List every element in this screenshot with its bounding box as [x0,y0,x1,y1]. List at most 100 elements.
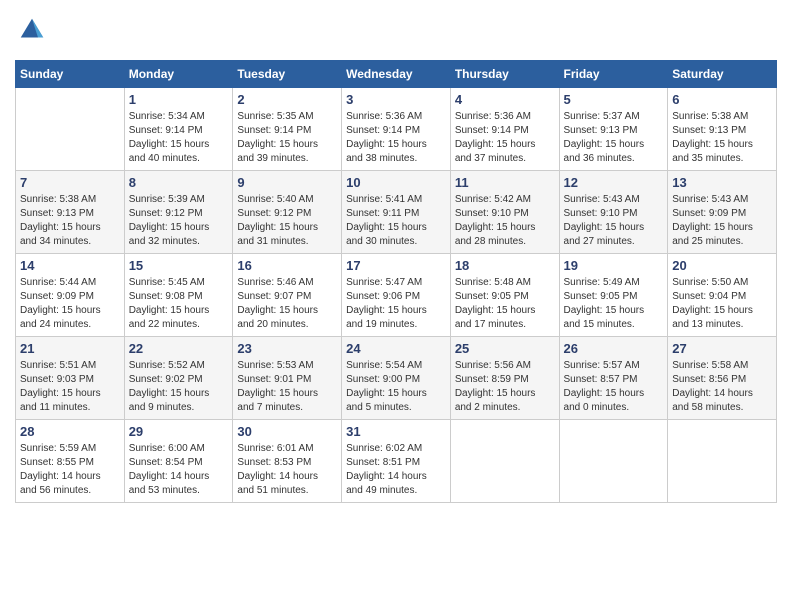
day-cell: 19 Sunrise: 5:49 AM Sunset: 9:05 PM Dayli… [559,254,668,337]
day-number: 7 [20,175,120,190]
day-cell: 20Sunrise: 5:50 AM Sunset: 9:04 PM Dayli… [668,254,777,337]
day-cell: 18Sunrise: 5:48 AM Sunset: 9:05 PM Dayli… [450,254,559,337]
logo-icon [17,15,47,45]
day-cell: 13 Sunrise: 5:43 AM Sunset: 9:09 PM Dayli… [668,171,777,254]
day-number: 29 [129,424,229,439]
day-cell: 14Sunrise: 5:44 AM Sunset: 9:09 PM Dayli… [16,254,125,337]
day-cell: 9 Sunrise: 5:40 AM Sunset: 9:12 PM Daylig… [233,171,342,254]
day-info: Sunrise: 5:45 AM Sunset: 9:08 PM Dayligh… [129,276,229,332]
day-number: 6 [672,92,772,107]
column-header-tuesday: Tuesday [233,61,342,88]
day-number: 19 [564,258,664,273]
day-number: 2 [237,92,337,107]
day-cell: 15Sunrise: 5:45 AM Sunset: 9:08 PM Dayli… [124,254,233,337]
day-cell: 30Sunrise: 6:01 AM Sunset: 8:53 PM Dayli… [233,420,342,503]
day-number: 13 [672,175,772,190]
day-info: Sunrise: 5:49 AM Sunset: 9:05 PM Dayligh… [564,276,664,332]
day-cell: 6 Sunrise: 5:38 AM Sunset: 9:13 PM Daylig… [668,88,777,171]
day-info: Sunrise: 5:38 AM Sunset: 9:13 PM Dayligh… [20,193,120,249]
day-cell [668,420,777,503]
day-info: Sunrise: 5:39 AM Sunset: 9:12 PM Dayligh… [129,193,229,249]
day-info: Sunrise: 5:57 AM Sunset: 8:57 PM Dayligh… [564,359,664,415]
day-number: 26 [564,341,664,356]
day-number: 22 [129,341,229,356]
day-number: 5 [564,92,664,107]
day-info: Sunrise: 5:41 AM Sunset: 9:11 PM Dayligh… [346,193,446,249]
day-info: Sunrise: 6:00 AM Sunset: 8:54 PM Dayligh… [129,442,229,498]
day-info: Sunrise: 5:38 AM Sunset: 9:13 PM Dayligh… [672,110,772,166]
column-header-saturday: Saturday [668,61,777,88]
column-header-wednesday: Wednesday [342,61,451,88]
day-number: 17 [346,258,446,273]
day-info: Sunrise: 5:54 AM Sunset: 9:00 PM Dayligh… [346,359,446,415]
day-cell: 1 Sunrise: 5:34 AM Sunset: 9:14 PM Daylig… [124,88,233,171]
day-cell [450,420,559,503]
day-cell: 21Sunrise: 5:51 AM Sunset: 9:03 PM Dayli… [16,337,125,420]
day-cell: 26 Sunrise: 5:57 AM Sunset: 8:57 PM Dayli… [559,337,668,420]
day-number: 10 [346,175,446,190]
day-cell [16,88,125,171]
day-cell: 27Sunrise: 5:58 AM Sunset: 8:56 PM Dayli… [668,337,777,420]
day-info: Sunrise: 5:46 AM Sunset: 9:07 PM Dayligh… [237,276,337,332]
day-info: Sunrise: 5:40 AM Sunset: 9:12 PM Dayligh… [237,193,337,249]
day-number: 9 [237,175,337,190]
day-cell [559,420,668,503]
day-cell: 12 Sunrise: 5:43 AM Sunset: 9:10 PM Dayli… [559,171,668,254]
day-number: 1 [129,92,229,107]
day-cell: 22 Sunrise: 5:52 AM Sunset: 9:02 PM Dayli… [124,337,233,420]
day-cell: 2Sunrise: 5:35 AM Sunset: 9:14 PM Daylig… [233,88,342,171]
day-cell: 5 Sunrise: 5:37 AM Sunset: 9:13 PM Daylig… [559,88,668,171]
day-number: 4 [455,92,555,107]
day-cell: 7 Sunrise: 5:38 AM Sunset: 9:13 PM Daylig… [16,171,125,254]
day-cell: 8 Sunrise: 5:39 AM Sunset: 9:12 PM Daylig… [124,171,233,254]
column-header-friday: Friday [559,61,668,88]
day-cell: 16 Sunrise: 5:46 AM Sunset: 9:07 PM Dayli… [233,254,342,337]
day-info: Sunrise: 5:37 AM Sunset: 9:13 PM Dayligh… [564,110,664,166]
day-cell: 11 Sunrise: 5:42 AM Sunset: 9:10 PM Dayli… [450,171,559,254]
day-number: 25 [455,341,555,356]
day-number: 31 [346,424,446,439]
day-cell: 24 Sunrise: 5:54 AM Sunset: 9:00 PM Dayli… [342,337,451,420]
day-cell: 25 Sunrise: 5:56 AM Sunset: 8:59 PM Dayli… [450,337,559,420]
day-cell: 4 Sunrise: 5:36 AM Sunset: 9:14 PM Daylig… [450,88,559,171]
day-info: Sunrise: 5:43 AM Sunset: 9:09 PM Dayligh… [672,193,772,249]
day-info: Sunrise: 5:58 AM Sunset: 8:56 PM Dayligh… [672,359,772,415]
day-info: Sunrise: 6:02 AM Sunset: 8:51 PM Dayligh… [346,442,446,498]
calendar-table: SundayMondayTuesdayWednesdayThursdayFrid… [15,60,777,503]
day-number: 30 [237,424,337,439]
day-number: 8 [129,175,229,190]
day-info: Sunrise: 5:50 AM Sunset: 9:04 PM Dayligh… [672,276,772,332]
header [15,15,777,50]
day-info: Sunrise: 5:43 AM Sunset: 9:10 PM Dayligh… [564,193,664,249]
day-number: 16 [237,258,337,273]
day-cell: 31 Sunrise: 6:02 AM Sunset: 8:51 PM Dayli… [342,420,451,503]
day-number: 23 [237,341,337,356]
day-number: 14 [20,258,120,273]
column-header-sunday: Sunday [16,61,125,88]
day-info: Sunrise: 5:36 AM Sunset: 9:14 PM Dayligh… [455,110,555,166]
day-info: Sunrise: 5:56 AM Sunset: 8:59 PM Dayligh… [455,359,555,415]
day-cell: 17 Sunrise: 5:47 AM Sunset: 9:06 PM Dayli… [342,254,451,337]
day-number: 3 [346,92,446,107]
day-info: Sunrise: 5:34 AM Sunset: 9:14 PM Dayligh… [129,110,229,166]
day-number: 12 [564,175,664,190]
day-cell: 23Sunrise: 5:53 AM Sunset: 9:01 PM Dayli… [233,337,342,420]
column-header-monday: Monday [124,61,233,88]
day-number: 28 [20,424,120,439]
day-info: Sunrise: 5:42 AM Sunset: 9:10 PM Dayligh… [455,193,555,249]
day-info: Sunrise: 5:52 AM Sunset: 9:02 PM Dayligh… [129,359,229,415]
day-number: 18 [455,258,555,273]
week-row-2: 7 Sunrise: 5:38 AM Sunset: 9:13 PM Daylig… [16,171,777,254]
column-header-row: SundayMondayTuesdayWednesdayThursdayFrid… [16,61,777,88]
day-info: Sunrise: 5:59 AM Sunset: 8:55 PM Dayligh… [20,442,120,498]
day-number: 11 [455,175,555,190]
week-row-1: 1 Sunrise: 5:34 AM Sunset: 9:14 PM Daylig… [16,88,777,171]
day-cell: 28 Sunrise: 5:59 AM Sunset: 8:55 PM Dayli… [16,420,125,503]
day-cell: 29 Sunrise: 6:00 AM Sunset: 8:54 PM Dayli… [124,420,233,503]
column-header-thursday: Thursday [450,61,559,88]
day-number: 21 [20,341,120,356]
day-info: Sunrise: 5:47 AM Sunset: 9:06 PM Dayligh… [346,276,446,332]
day-number: 24 [346,341,446,356]
day-info: Sunrise: 5:36 AM Sunset: 9:14 PM Dayligh… [346,110,446,166]
week-row-3: 14Sunrise: 5:44 AM Sunset: 9:09 PM Dayli… [16,254,777,337]
